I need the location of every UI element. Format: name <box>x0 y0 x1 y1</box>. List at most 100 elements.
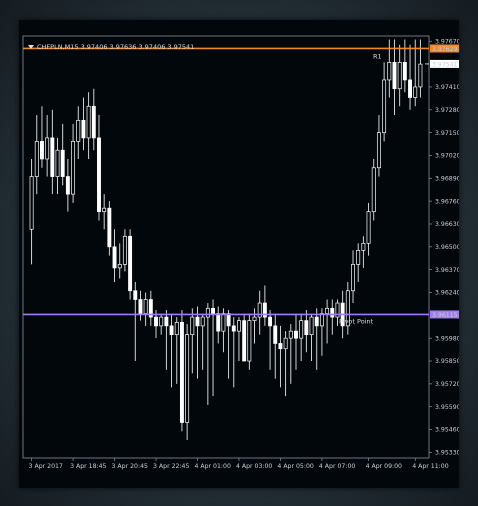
candle-body[interactable] <box>397 62 402 90</box>
candle-body[interactable] <box>283 337 288 350</box>
y-tick-label: 3.95850 <box>435 358 459 365</box>
candle-body[interactable] <box>112 246 117 269</box>
y-tick-label: 3.95980 <box>435 335 459 342</box>
x-tick-label: 3 Apr 2017 <box>29 463 63 470</box>
y-tick-label: 3.95720 <box>435 381 459 388</box>
candle-body[interactable] <box>97 137 101 213</box>
y-tick-label: 3.97410 <box>435 84 459 91</box>
candle-body[interactable] <box>185 334 190 423</box>
candle-body[interactable] <box>382 79 387 133</box>
candle-body[interactable] <box>319 313 324 327</box>
candle-body[interactable] <box>247 320 252 362</box>
candle-body[interactable] <box>314 316 319 327</box>
candle-body[interactable] <box>45 137 50 160</box>
candle-body[interactable] <box>351 264 355 292</box>
candle-body[interactable] <box>34 141 39 177</box>
candle-body[interactable] <box>128 235 133 292</box>
candle-body[interactable] <box>60 149 65 177</box>
candle-body[interactable] <box>50 137 55 177</box>
candle-body[interactable] <box>169 325 174 336</box>
candle-body[interactable] <box>40 141 44 160</box>
y-tick-label: 3.95590 <box>435 404 459 411</box>
candle-body[interactable] <box>205 307 210 318</box>
pivot-price-text: 3.96115 <box>432 312 458 319</box>
candle-body[interactable] <box>231 325 236 332</box>
y-tick-label: 3.96370 <box>435 267 459 274</box>
candle-body[interactable] <box>159 316 164 327</box>
candle-body[interactable] <box>91 105 96 139</box>
candle-body[interactable] <box>179 322 184 423</box>
candle-body[interactable] <box>86 105 91 139</box>
candle-body[interactable] <box>133 290 138 300</box>
candle-body[interactable] <box>174 322 179 336</box>
candle-body[interactable] <box>361 242 366 251</box>
candle-body[interactable] <box>418 63 423 88</box>
y-tick-label: 3.96500 <box>435 244 459 251</box>
candle-body[interactable] <box>325 307 330 314</box>
candle-body[interactable] <box>211 307 215 314</box>
candle-body[interactable] <box>71 141 76 195</box>
candle-body[interactable] <box>190 316 195 336</box>
pivot-label: Pivot Point <box>339 317 374 325</box>
x-tick-label: 3 Apr 18:45 <box>70 463 106 470</box>
candle-body[interactable] <box>392 62 397 90</box>
candle-body[interactable] <box>117 264 122 269</box>
candle-body[interactable] <box>143 299 148 314</box>
ohlc-header: CHFPLN,M15 3.97406 3.97636 3.97406 3.975… <box>37 43 194 51</box>
candle-body[interactable] <box>294 330 298 339</box>
candle-body[interactable] <box>81 119 86 139</box>
candle-body[interactable] <box>107 207 112 248</box>
x-tick-label: 4 Apr 09:00 <box>366 463 402 470</box>
candle-body[interactable] <box>29 176 34 230</box>
chart-window: 3.97670 3.97410 3.97280 3.97150 3.97020 3.968… <box>19 20 459 488</box>
candle-body[interactable] <box>330 307 335 318</box>
y-tick-label: 3.95460 <box>435 427 459 434</box>
y-tick-label: 3.96630 <box>435 221 459 228</box>
candle-body[interactable] <box>154 316 158 327</box>
candle-body[interactable] <box>76 119 81 142</box>
x-tick-label: 4 Apr 03:00 <box>236 463 272 470</box>
candle-body[interactable] <box>273 325 278 344</box>
candle-body[interactable] <box>356 249 361 265</box>
candlestick-chart[interactable]: 3.97670 3.97410 3.97280 3.97150 3.97020 3.968… <box>19 20 459 488</box>
candle-body[interactable] <box>55 149 60 177</box>
y-tick-label: 3.95330 <box>435 450 459 457</box>
candle-body[interactable] <box>402 62 407 81</box>
x-tick-label: 4 Apr 01:00 <box>194 463 230 470</box>
candle-body[interactable] <box>268 316 273 327</box>
x-tick-label: 4 Apr 11:00 <box>412 463 448 470</box>
candle-body[interactable] <box>221 313 226 332</box>
candle-body[interactable] <box>413 86 418 98</box>
candle-body[interactable] <box>122 235 127 265</box>
r1-price-text: 3.97629 <box>432 46 458 53</box>
x-tick-label: 3 Apr 20:45 <box>112 463 148 470</box>
candle-body[interactable] <box>138 299 143 314</box>
candle-body[interactable] <box>376 132 381 169</box>
candle-body[interactable] <box>216 313 221 332</box>
candle-body[interactable] <box>387 62 392 81</box>
y-tick-label: 3.97150 <box>435 130 459 137</box>
candle-body[interactable] <box>366 211 371 244</box>
candle-body[interactable] <box>278 343 283 350</box>
y-tick-label: 3.96890 <box>435 176 459 183</box>
candle-body[interactable] <box>242 320 247 362</box>
candle-body[interactable] <box>164 316 169 327</box>
candle-body[interactable] <box>408 79 412 98</box>
candle-body[interactable] <box>309 316 314 336</box>
candle-body[interactable] <box>237 320 241 332</box>
candle-body[interactable] <box>299 320 304 339</box>
candle-body[interactable] <box>304 320 309 336</box>
candle-body[interactable] <box>226 313 231 327</box>
y-tick-label: 3.96760 <box>435 198 459 205</box>
r1-label: R1 <box>373 52 382 60</box>
candle-body[interactable] <box>200 316 205 327</box>
x-tick-label: 4 Apr 05:00 <box>277 463 313 470</box>
candle-body[interactable] <box>371 167 376 213</box>
y-tick-label: 3.97670 <box>435 38 459 45</box>
candle-body[interactable] <box>288 330 293 339</box>
plot-border <box>22 35 430 459</box>
candle-body[interactable] <box>65 176 70 195</box>
candle-body[interactable] <box>102 207 107 213</box>
candle-body[interactable] <box>252 316 257 321</box>
candle-body[interactable] <box>195 316 200 327</box>
